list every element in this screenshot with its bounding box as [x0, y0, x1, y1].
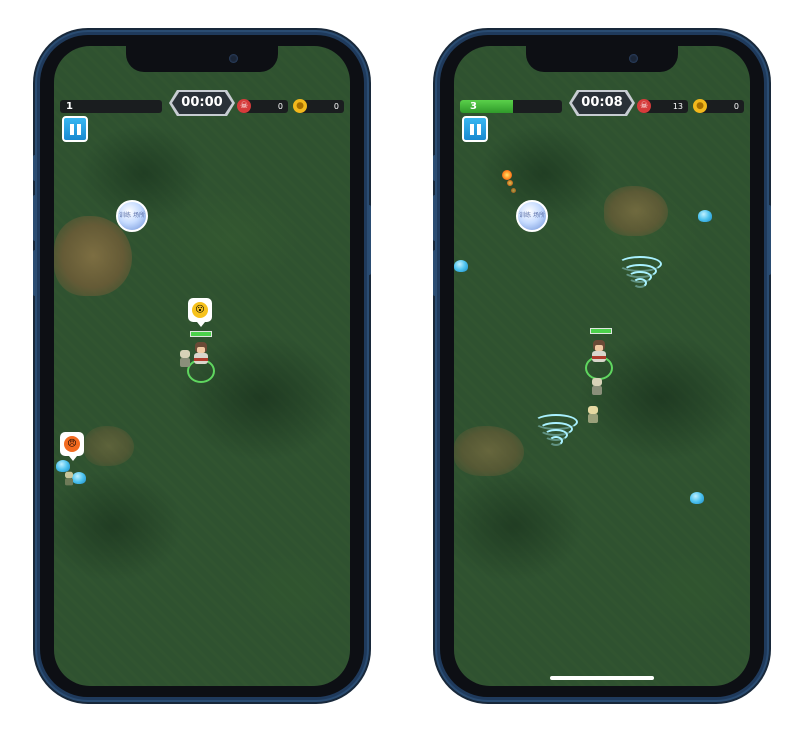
skull-icon: ☠ — [237, 99, 251, 113]
orb-label: 训练 场所 — [119, 212, 145, 219]
phone-right: 3 00:08 ☠ 13 ● 0 训练 场所 — [433, 35, 771, 697]
orb-label: 训练 场所 — [519, 212, 545, 219]
player-health-bar — [190, 331, 212, 337]
notch — [126, 46, 278, 72]
timer-display: 00:00 — [172, 92, 232, 114]
level-number: 1 — [66, 101, 73, 112]
speech-bubble: 😮 — [188, 298, 212, 327]
dirt-patch — [604, 186, 668, 236]
player-health-bar — [590, 328, 612, 334]
ally-character — [178, 350, 192, 368]
tornado-icon — [618, 252, 662, 292]
enemy-speech-bubble: 😠 — [60, 432, 84, 461]
coin-count: 0 — [733, 102, 739, 111]
slime-enemy — [56, 460, 70, 472]
game-screen-left[interactable]: 1 00:00 ☠ 0 ● 0 训练 场所 😮 😠 — [54, 46, 350, 686]
shocked-emoji-icon: 😮 — [192, 302, 208, 318]
coin-icon: ● — [693, 99, 707, 113]
xp-bar: 3 — [460, 100, 562, 113]
phone-left: 1 00:00 ☠ 0 ● 0 训练 场所 😮 😠 — [33, 35, 371, 697]
pause-button[interactable] — [462, 116, 488, 142]
pause-button[interactable] — [62, 116, 88, 142]
fireball-trail — [507, 180, 513, 186]
kill-count: 0 — [277, 102, 283, 111]
dirt-patch — [454, 426, 524, 476]
player-character — [190, 342, 212, 368]
game-screen-right[interactable]: 3 00:08 ☠ 13 ● 0 训练 场所 — [454, 46, 750, 686]
slime-enemy — [690, 492, 704, 504]
timer-display: 00:08 — [572, 92, 632, 114]
xp-bar-fill — [460, 100, 514, 113]
xp-bar: 1 — [60, 100, 162, 113]
slime-enemy — [698, 210, 712, 222]
pause-icon — [469, 123, 474, 135]
slime-enemy — [454, 260, 468, 272]
training-orb[interactable]: 训练 场所 — [116, 200, 148, 232]
home-indicator[interactable] — [550, 676, 654, 680]
ally-character — [586, 406, 600, 424]
kill-counter: ☠ 13 — [637, 99, 688, 113]
notch — [526, 46, 678, 72]
ally-character — [590, 378, 604, 396]
player-character — [588, 340, 610, 366]
tornado-icon — [534, 410, 578, 450]
coin-count: 0 — [333, 102, 339, 111]
coin-icon: ● — [293, 99, 307, 113]
coin-counter: ● 0 — [693, 99, 744, 113]
angry-emoji-icon: 😠 — [64, 436, 80, 452]
skull-icon: ☠ — [637, 99, 651, 113]
camera-icon — [229, 54, 238, 63]
kill-count: 13 — [672, 102, 683, 111]
goblin-enemy — [63, 471, 74, 486]
level-number: 3 — [470, 101, 477, 112]
hud-bar: 3 00:08 ☠ 13 ● 0 — [454, 90, 750, 116]
hud-bar: 1 00:00 ☠ 0 ● 0 — [54, 90, 350, 116]
fireball-trail — [511, 188, 516, 193]
dirt-patch — [54, 216, 132, 296]
pause-icon — [69, 123, 74, 135]
training-orb[interactable]: 训练 场所 — [516, 200, 548, 232]
coin-counter: ● 0 — [293, 99, 344, 113]
fireball-icon — [502, 170, 512, 180]
kill-counter: ☠ 0 — [237, 99, 288, 113]
dirt-patch — [84, 426, 134, 466]
camera-icon — [629, 54, 638, 63]
